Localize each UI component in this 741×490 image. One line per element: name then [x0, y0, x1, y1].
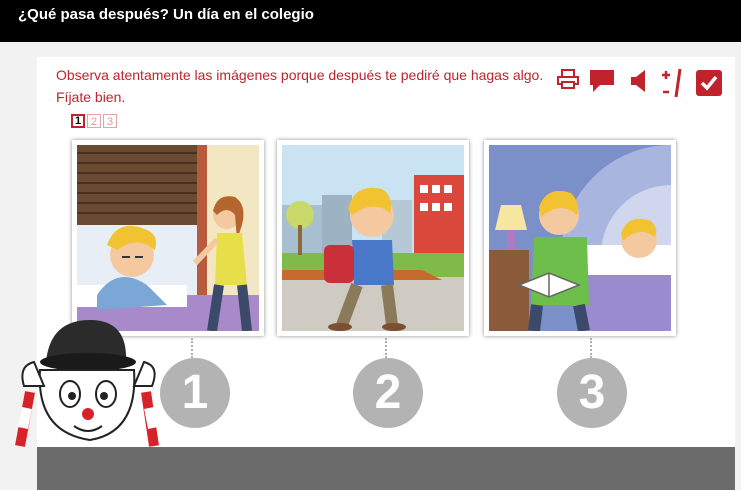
connector-dots-2 [385, 338, 387, 358]
connector-dots-1 [191, 338, 193, 358]
page-3-button[interactable]: 3 [103, 114, 117, 128]
print-icon[interactable] [557, 68, 579, 90]
scene-number-2: 2 [353, 358, 423, 428]
scene-panel-1 [72, 140, 264, 336]
toolbar [555, 66, 727, 100]
bedtime-story-illustration [489, 145, 671, 331]
boy-walking-to-school-illustration [282, 145, 464, 331]
check-icon[interactable] [695, 69, 723, 97]
text-size-icon[interactable] [659, 66, 685, 98]
page-1-button[interactable]: 1 [71, 114, 85, 128]
page-2-button[interactable]: 2 [87, 114, 101, 128]
connector-dots-3 [590, 338, 592, 358]
boy-waking-up-illustration [77, 145, 259, 331]
mime-character-mascot [15, 320, 159, 447]
scene-number-1: 1 [160, 358, 230, 428]
scene-panel-2 [277, 140, 469, 336]
scene-number-3: 3 [557, 358, 627, 428]
speech-bubble-icon[interactable] [588, 68, 616, 94]
instructions-text: Observa atentamente las imágenes porque … [56, 67, 544, 105]
scene-panel-3 [484, 140, 676, 336]
title-bar: ¿Qué pasa después? Un día en el colegio [0, 0, 741, 42]
speaker-icon[interactable] [629, 68, 649, 94]
page-indicator: 1 2 3 [71, 114, 117, 128]
page-title: ¿Qué pasa después? Un día en el colegio [18, 6, 314, 23]
